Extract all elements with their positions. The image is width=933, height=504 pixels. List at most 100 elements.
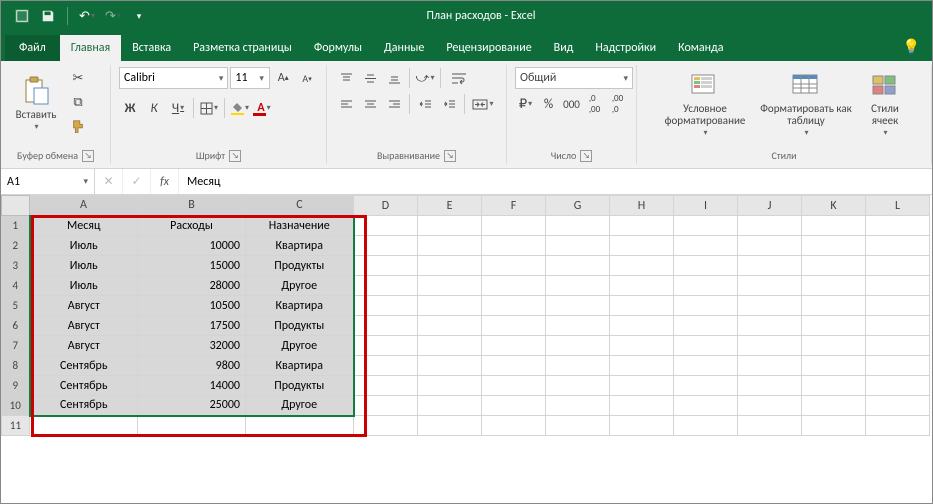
cell[interactable]	[418, 296, 482, 316]
cell[interactable]: Сентябрь	[30, 356, 138, 376]
cell[interactable]	[802, 356, 866, 376]
cell[interactable]: 10500	[138, 296, 246, 316]
column-header[interactable]: C	[246, 196, 354, 216]
cell[interactable]	[866, 236, 930, 256]
cell[interactable]	[866, 376, 930, 396]
cell[interactable]	[674, 416, 738, 436]
cell[interactable]	[354, 396, 418, 416]
cell[interactable]	[546, 236, 610, 256]
cell[interactable]	[354, 256, 418, 276]
cell[interactable]: Квартира	[246, 236, 354, 256]
tab-formulas[interactable]: Формулы	[303, 35, 373, 61]
column-header[interactable]: I	[674, 196, 738, 216]
comma-button[interactable]: 000	[561, 93, 582, 115]
clipboard-dialog-launcher[interactable]: ↘	[82, 150, 94, 162]
cell[interactable]	[482, 236, 546, 256]
cell[interactable]	[138, 416, 246, 436]
cell[interactable]	[482, 276, 546, 296]
tab-view[interactable]: Вид	[543, 35, 585, 61]
cell[interactable]	[418, 236, 482, 256]
cell[interactable]	[674, 396, 738, 416]
cell[interactable]	[546, 356, 610, 376]
cell[interactable]	[738, 336, 802, 356]
cell[interactable]	[482, 316, 546, 336]
cell[interactable]	[354, 236, 418, 256]
italic-button[interactable]: К	[143, 97, 165, 119]
orientation-button[interactable]: ⤻▾	[414, 67, 436, 89]
cell-styles-button[interactable]: Стили ячеек▾	[857, 67, 913, 139]
paste-button[interactable]: Вставить ▾	[9, 67, 63, 139]
undo-button[interactable]: ↶▾	[76, 5, 98, 27]
cell[interactable]: 15000	[138, 256, 246, 276]
cell[interactable]: Июль	[30, 236, 138, 256]
row-header[interactable]: 5	[2, 296, 30, 316]
cell[interactable]	[610, 416, 674, 436]
cell[interactable]: 14000	[138, 376, 246, 396]
cell[interactable]	[610, 236, 674, 256]
tab-page-layout[interactable]: Разметка страницы	[182, 35, 303, 61]
cell[interactable]: 25000	[138, 396, 246, 416]
number-format-combo[interactable]: Общий ▾	[515, 67, 633, 89]
column-header[interactable]: K	[802, 196, 866, 216]
cell[interactable]	[738, 356, 802, 376]
cell[interactable]	[546, 296, 610, 316]
increase-decimal-button[interactable]: ,0,00	[584, 93, 605, 115]
shrink-font-button[interactable]: A▾	[296, 67, 318, 89]
cell[interactable]	[418, 396, 482, 416]
align-left-button[interactable]	[335, 93, 357, 115]
cell[interactable]	[738, 296, 802, 316]
cell[interactable]	[418, 416, 482, 436]
column-header[interactable]: J	[738, 196, 802, 216]
worksheet-grid[interactable]: ABCDEFGHIJKL1МесяцРасходыНазначение2Июль…	[1, 195, 932, 503]
row-header[interactable]: 2	[2, 236, 30, 256]
cell[interactable]	[354, 376, 418, 396]
decrease-decimal-button[interactable]: ,00,0	[607, 93, 628, 115]
cell[interactable]	[482, 336, 546, 356]
cell[interactable]	[418, 376, 482, 396]
row-header[interactable]: 1	[2, 216, 30, 236]
save-button[interactable]	[37, 5, 59, 27]
cell[interactable]	[674, 276, 738, 296]
format-painter-button[interactable]	[67, 115, 89, 137]
cell[interactable]	[354, 296, 418, 316]
tab-addins[interactable]: Надстройки	[584, 35, 667, 61]
underline-button[interactable]: Ч▾	[167, 97, 189, 119]
cell[interactable]	[738, 256, 802, 276]
cell[interactable]: Июль	[30, 256, 138, 276]
formula-input[interactable]	[179, 175, 932, 189]
cell[interactable]	[802, 316, 866, 336]
cell[interactable]	[354, 416, 418, 436]
cell[interactable]	[482, 356, 546, 376]
cell[interactable]: Сентябрь	[30, 396, 138, 416]
redo-button[interactable]: ↷▾	[102, 5, 124, 27]
cell[interactable]	[482, 216, 546, 236]
cell[interactable]	[802, 296, 866, 316]
cell[interactable]	[866, 296, 930, 316]
cell[interactable]	[418, 356, 482, 376]
column-header[interactable]: L	[866, 196, 930, 216]
column-header[interactable]: H	[610, 196, 674, 216]
decrease-indent-button[interactable]	[414, 93, 436, 115]
chevron-down-icon[interactable]: ▾	[623, 73, 628, 84]
cell[interactable]	[610, 396, 674, 416]
cell[interactable]	[482, 256, 546, 276]
tab-review[interactable]: Рецензирование	[435, 35, 542, 61]
chevron-down-icon[interactable]: ▾	[259, 73, 264, 84]
name-box[interactable]: ▾	[1, 169, 95, 194]
cell[interactable]	[610, 296, 674, 316]
tab-team[interactable]: Команда	[667, 35, 734, 61]
column-header[interactable]: B	[138, 196, 246, 216]
cell[interactable]	[610, 216, 674, 236]
cell[interactable]	[674, 236, 738, 256]
tab-insert[interactable]: Вставка	[121, 35, 182, 61]
align-top-button[interactable]	[335, 67, 357, 89]
cell[interactable]	[738, 376, 802, 396]
font-size-input[interactable]	[235, 71, 257, 85]
cell[interactable]	[674, 256, 738, 276]
cell[interactable]: Квартира	[246, 296, 354, 316]
align-bottom-button[interactable]	[383, 67, 405, 89]
font-name-input[interactable]	[124, 71, 217, 85]
increase-indent-button[interactable]	[438, 93, 460, 115]
cell[interactable]	[354, 316, 418, 336]
cell[interactable]	[546, 376, 610, 396]
